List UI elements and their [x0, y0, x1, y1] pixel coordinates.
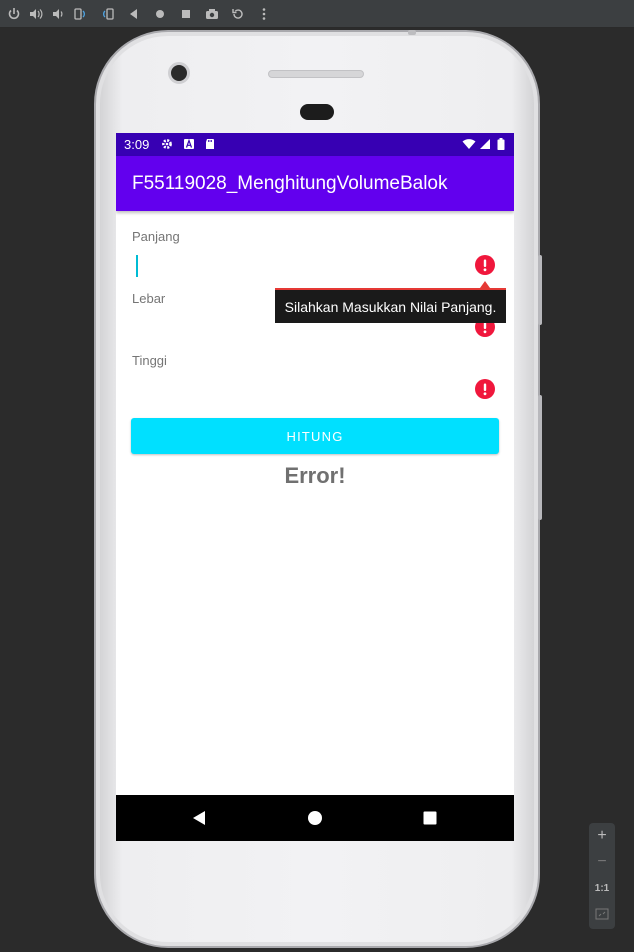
navigation-bar: [116, 795, 514, 841]
volume-up-icon[interactable]: [26, 4, 46, 24]
rotate-left-icon[interactable]: [70, 4, 90, 24]
power-icon[interactable]: [4, 4, 24, 24]
earpiece-speaker: [268, 70, 364, 78]
hitung-button[interactable]: HITUNG: [131, 418, 499, 454]
phone-side-button: [538, 395, 542, 520]
error-icon: [475, 255, 495, 275]
home-icon[interactable]: [150, 4, 170, 24]
rotate-right-icon[interactable]: [98, 4, 118, 24]
actual-size-button[interactable]: 1:1: [589, 875, 615, 901]
tinggi-label: Tinggi: [132, 353, 167, 368]
error-tooltip-arrow: [480, 281, 490, 288]
phone-mic: [408, 30, 416, 35]
signal-icon: [480, 139, 490, 149]
settings-icon: [162, 139, 172, 149]
error-icon: [475, 379, 495, 399]
front-camera: [168, 62, 190, 84]
replay-icon[interactable]: [228, 4, 248, 24]
zoom-in-button[interactable]: +: [589, 823, 615, 849]
nav-overview-icon[interactable]: [419, 807, 441, 829]
fit-screen-icon[interactable]: [589, 901, 615, 927]
status-bar: 3:09: [116, 133, 514, 156]
app-title: F55119028_MenghitungVolumeBalok: [132, 173, 448, 194]
result-text: Error!: [284, 463, 346, 488]
panjang-input[interactable]: [135, 251, 495, 281]
zoom-controls: + − 1:1: [589, 823, 615, 929]
emulator-toolbar: [0, 0, 634, 28]
proximity-sensor: [300, 104, 334, 120]
panjang-label: Panjang: [132, 229, 180, 244]
tinggi-input[interactable]: [135, 375, 495, 405]
phone-side-button: [538, 255, 542, 325]
battery-icon: [497, 138, 505, 150]
sd-card-icon: [206, 139, 214, 149]
back-icon[interactable]: [124, 4, 144, 24]
more-icon[interactable]: [254, 4, 274, 24]
lebar-label: Lebar: [132, 291, 166, 306]
font-icon: [184, 138, 194, 149]
wifi-icon: [462, 139, 476, 149]
screenshot-icon[interactable]: [202, 4, 222, 24]
app-bar: F55119028_MenghitungVolumeBalok: [116, 156, 514, 211]
device-screen: 3:09 F55119028_MenghitungVolumeBalok Pan…: [116, 133, 514, 841]
nav-home-icon[interactable]: [304, 807, 326, 829]
error-tooltip: Silahkan Masukkan Nilai Panjang.: [275, 288, 506, 323]
zoom-out-button[interactable]: −: [589, 849, 615, 875]
status-time: 3:09: [124, 137, 150, 152]
nav-back-icon[interactable]: [188, 807, 210, 829]
text-cursor: [136, 255, 138, 277]
volume-down-icon[interactable]: [48, 4, 68, 24]
overview-icon[interactable]: [176, 4, 196, 24]
